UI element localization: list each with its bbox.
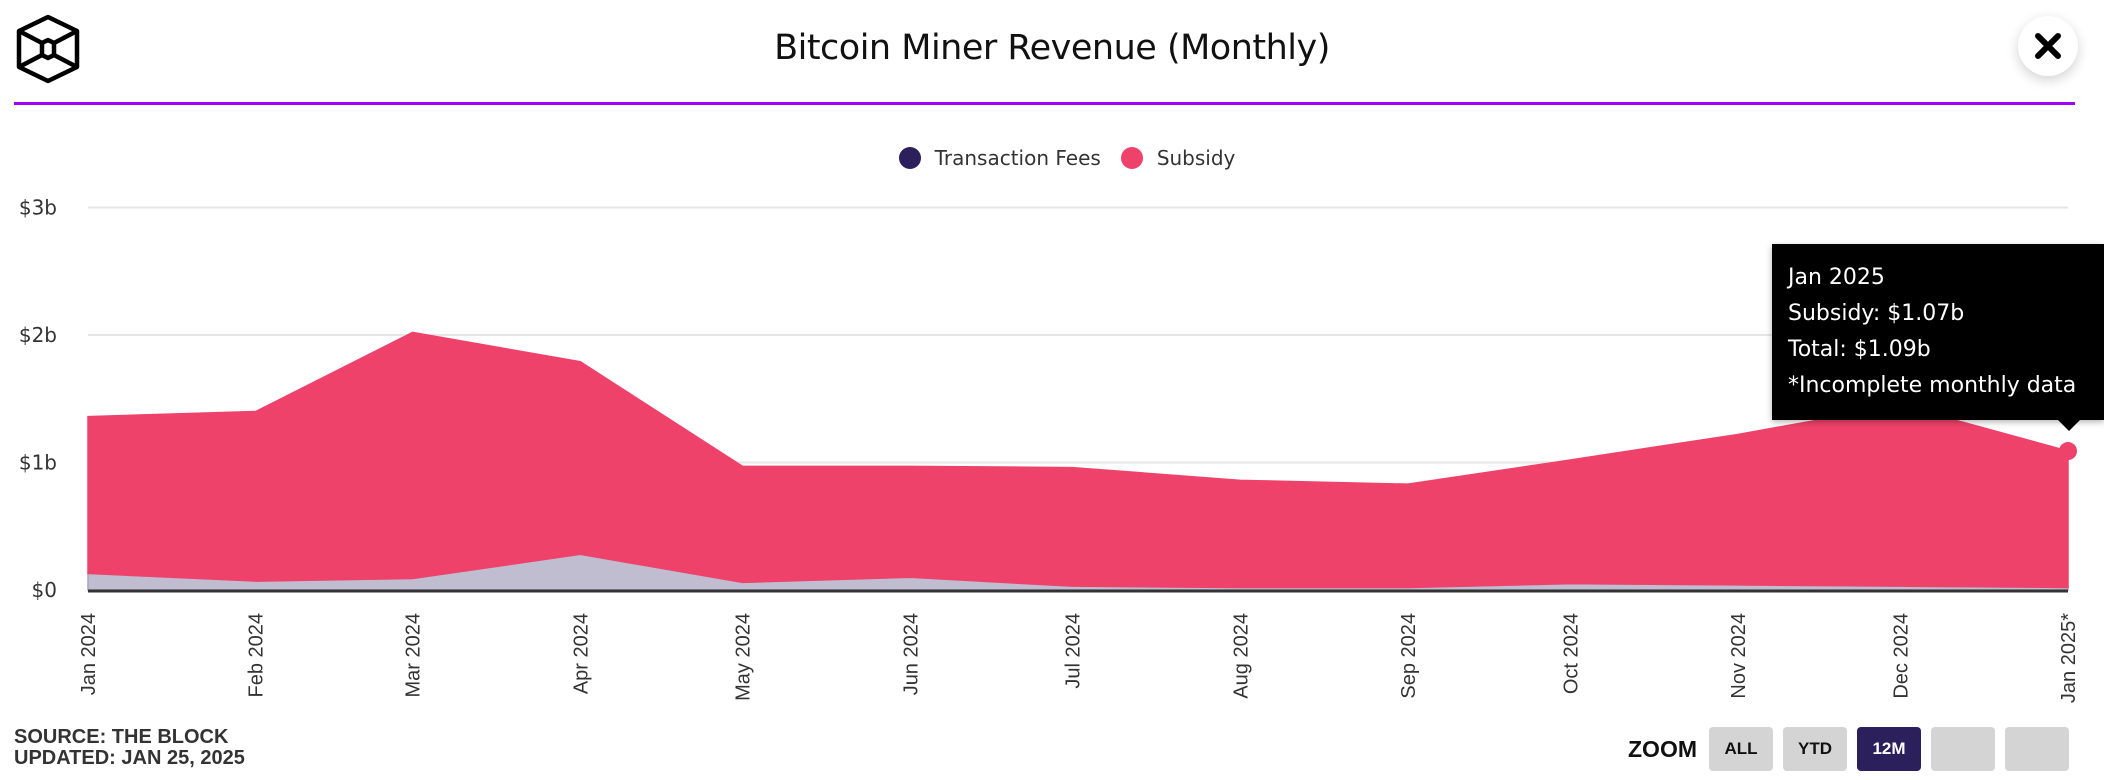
x-axis-labels: Jan 2024 Feb 2024 Mar 2024 Apr 2024 May 2024… xyxy=(78,613,2080,703)
x-tick-label: Jun 2024 xyxy=(900,613,922,695)
source-note: SOURCE: THE BLOCK UPDATED: JAN 25, 2025 xyxy=(14,727,245,769)
area-subsidy[interactable] xyxy=(87,331,2069,589)
x-tick-label: Mar 2024 xyxy=(403,613,425,698)
zoom-controls: ZOOM ALL YTD 12M xyxy=(1628,727,2069,771)
updated-text: UPDATED: JAN 25, 2025 xyxy=(14,747,245,769)
x-tick-label: Nov 2024 xyxy=(1728,613,1750,699)
y-axis-labels: $0 $1b $2b $3b xyxy=(19,196,57,603)
tooltip-subsidy: Subsidy: $1.07b xyxy=(1788,301,1965,326)
tooltip-note: *Incomplete monthly data xyxy=(1788,373,2077,398)
x-tick-label: Apr 2024 xyxy=(570,613,592,694)
y-tick-label: $2b xyxy=(19,323,57,347)
x-tick-label: Aug 2024 xyxy=(1230,613,1252,699)
source-text: SOURCE: THE BLOCK xyxy=(14,726,229,748)
zoom-extra-button-1[interactable] xyxy=(1931,727,1995,771)
zoom-ytd-button[interactable]: YTD xyxy=(1783,727,1847,771)
hover-marker xyxy=(2059,442,2077,461)
x-tick-label: Dec 2024 xyxy=(1890,613,1912,699)
tooltip-total: Total: $1.09b xyxy=(1788,337,1931,362)
y-tick-label: $3b xyxy=(19,196,57,220)
y-tick-label: $0 xyxy=(32,578,57,602)
x-tick-label: Jan 2025* xyxy=(2058,613,2080,703)
zoom-all-button[interactable]: ALL xyxy=(1709,727,1773,771)
zoom-label: ZOOM xyxy=(1628,735,1697,762)
tooltip-arrow xyxy=(2058,420,2080,431)
y-tick-label: $1b xyxy=(19,451,57,475)
x-tick-label: Sep 2024 xyxy=(1398,613,1420,699)
x-tick-label: Oct 2024 xyxy=(1560,613,1582,694)
x-tick-label: Jul 2024 xyxy=(1063,613,1085,689)
zoom-12m-button[interactable]: 12M xyxy=(1857,727,1921,771)
chart-tooltip: Jan 2025 Subsidy: $1.07b Total: $1.09b *… xyxy=(1772,244,2104,431)
chart-areas xyxy=(87,331,2069,591)
x-tick-label: Feb 2024 xyxy=(246,613,268,698)
x-tick-label: Jan 2024 xyxy=(78,613,100,695)
x-tick-label: May 2024 xyxy=(733,613,755,701)
tooltip-title: Jan 2025 xyxy=(1788,265,1885,290)
highlighted-point[interactable] xyxy=(2059,442,2077,461)
zoom-extra-button-2[interactable] xyxy=(2005,727,2069,771)
